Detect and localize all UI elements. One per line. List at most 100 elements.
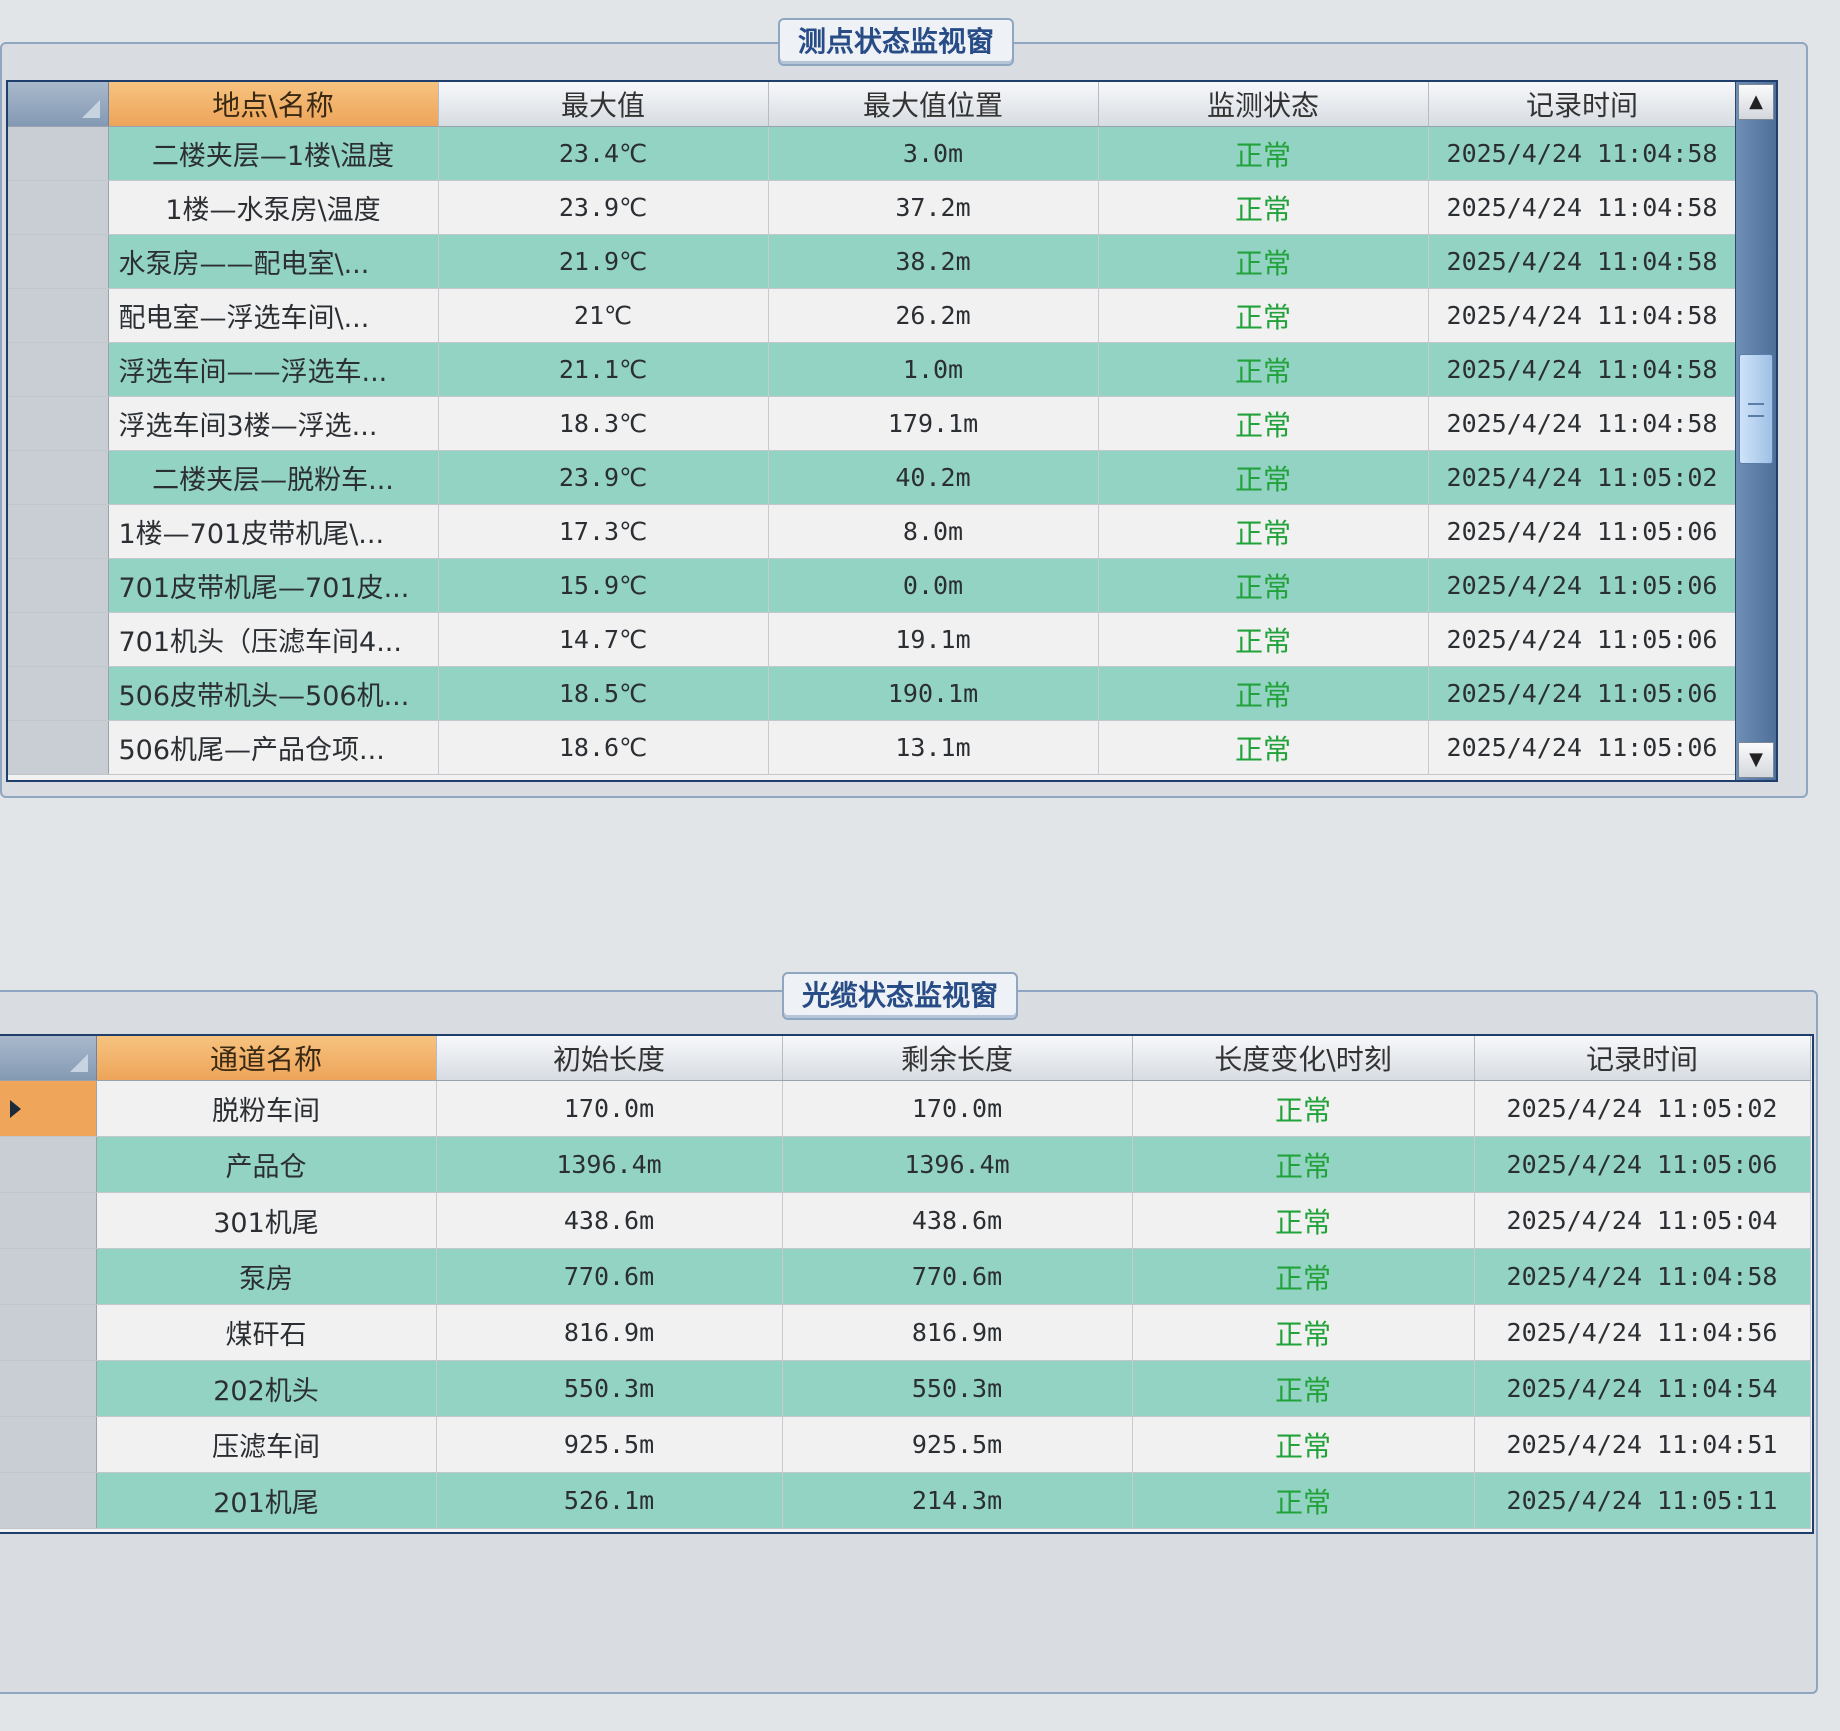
- grip-icon: [1748, 403, 1764, 417]
- record-time-cell: 2025/4/24 11:04:54: [1474, 1360, 1811, 1417]
- status-cell: 正常: [1098, 342, 1429, 397]
- row-header[interactable]: [8, 612, 109, 667]
- row-header[interactable]: [8, 288, 109, 343]
- table-row[interactable]: 二楼夹层—脱粉车... 23.9℃ 40.2m 正常 2025/4/24 11:05:0…: [8, 450, 1737, 505]
- status-cell: 正常: [1132, 1360, 1475, 1417]
- table-row[interactable]: 水泵房——配电室\... 21.9℃ 38.2m 正常 2025/4/24 11:04:…: [8, 234, 1737, 289]
- max-value-cell: 15.9℃: [438, 558, 769, 613]
- location-name-cell: 配电室—浮选车间\...: [108, 288, 439, 343]
- row-header[interactable]: [8, 720, 109, 775]
- row-header[interactable]: [8, 234, 109, 289]
- row-header[interactable]: [8, 396, 109, 451]
- table-corner-selector[interactable]: [8, 82, 109, 127]
- table-row[interactable]: 701机头（压滤车间4... 14.7℃ 19.1m 正常 2025/4/24 11:0…: [8, 612, 1737, 667]
- initial-length-cell: 170.0m: [436, 1080, 783, 1137]
- column-header-location-name[interactable]: 地点\名称: [108, 82, 439, 127]
- row-header[interactable]: [0, 1080, 97, 1137]
- table-row[interactable]: 二楼夹层—1楼\温度 23.4℃ 3.0m 正常 2025/4/24 11:04:58: [8, 126, 1737, 181]
- channel-name-cell: 脱粉车间: [96, 1080, 437, 1137]
- table-row[interactable]: 701皮带机尾—701皮... 15.9℃ 0.0m 正常 2025/4/24 11:0…: [8, 558, 1737, 613]
- initial-length-cell: 438.6m: [436, 1192, 783, 1249]
- max-value-cell: 21.1℃: [438, 342, 769, 397]
- column-header-record-time[interactable]: 记录时间: [1428, 82, 1737, 127]
- status-cell: 正常: [1098, 612, 1429, 667]
- location-name-cell: 水泵房——配电室\...: [108, 234, 439, 289]
- row-header[interactable]: [8, 342, 109, 397]
- max-position-cell: 1.0m: [768, 342, 1099, 397]
- initial-length-cell: 1396.4m: [436, 1136, 783, 1193]
- table-row[interactable]: 301机尾 438.6m 438.6m 正常 2025/4/24 11:05:04: [0, 1192, 1811, 1249]
- row-header[interactable]: [0, 1192, 97, 1249]
- row-header[interactable]: [8, 126, 109, 181]
- record-time-cell: 2025/4/24 11:05:11: [1474, 1472, 1811, 1529]
- table-corner-selector[interactable]: [0, 1036, 97, 1081]
- triangle-right-icon: [10, 1099, 21, 1118]
- scrollbar-thumb[interactable]: [1739, 354, 1773, 464]
- vertical-scrollbar[interactable]: ▲ ▼: [1735, 82, 1776, 780]
- column-header-record-time[interactable]: 记录时间: [1474, 1036, 1811, 1081]
- remaining-length-cell: 925.5m: [782, 1416, 1133, 1473]
- column-header-max-position[interactable]: 最大值位置: [768, 82, 1099, 127]
- initial-length-cell: 770.6m: [436, 1248, 783, 1305]
- row-header[interactable]: [0, 1416, 97, 1473]
- table-row[interactable]: 浮选车间——浮选车... 21.1℃ 1.0m 正常 2025/4/24 11:04:5…: [8, 342, 1737, 397]
- table-row[interactable]: 1楼—水泵房\温度 23.9℃ 37.2m 正常 2025/4/24 11:04:58: [8, 180, 1737, 235]
- table-row[interactable]: 压滤车间 925.5m 925.5m 正常 2025/4/24 11:04:51: [0, 1416, 1811, 1473]
- remaining-length-cell: 1396.4m: [782, 1136, 1133, 1193]
- record-time-cell: 2025/4/24 11:05:02: [1428, 450, 1737, 505]
- scroll-up-button[interactable]: ▲: [1738, 84, 1774, 120]
- location-name-cell: 1楼—水泵房\温度: [108, 180, 439, 235]
- channel-name-cell: 泵房: [96, 1248, 437, 1305]
- column-header-length-change[interactable]: 长度变化\时刻: [1132, 1036, 1475, 1081]
- max-position-cell: 8.0m: [768, 504, 1099, 559]
- point-status-grid: 地点\名称 最大值 最大值位置 监测状态 记录时间 二楼夹层—1楼\温度 23.4…: [6, 80, 1778, 782]
- record-time-cell: 2025/4/24 11:04:58: [1474, 1248, 1811, 1305]
- row-header[interactable]: [8, 180, 109, 235]
- status-cell: 正常: [1132, 1080, 1475, 1137]
- column-header-remaining-length[interactable]: 剩余长度: [782, 1036, 1133, 1081]
- row-header[interactable]: [8, 558, 109, 613]
- location-name-cell: 506机尾—产品仓项...: [108, 720, 439, 775]
- table-row[interactable]: 煤矸石 816.9m 816.9m 正常 2025/4/24 11:04:56: [0, 1304, 1811, 1361]
- column-header-channel-name[interactable]: 通道名称: [96, 1036, 437, 1081]
- point-status-table: 地点\名称 最大值 最大值位置 监测状态 记录时间 二楼夹层—1楼\温度 23.4…: [8, 82, 1737, 775]
- triangle-down-icon: ▼: [1749, 749, 1763, 770]
- row-header[interactable]: [8, 450, 109, 505]
- table-row[interactable]: 201机尾 526.1m 214.3m 正常 2025/4/24 11:05:11: [0, 1472, 1811, 1529]
- status-cell: 正常: [1132, 1472, 1475, 1529]
- row-header[interactable]: [8, 666, 109, 721]
- table-row[interactable]: 506机尾—产品仓项... 18.6℃ 13.1m 正常 2025/4/24 11:05…: [8, 720, 1737, 775]
- row-header[interactable]: [0, 1360, 97, 1417]
- status-cell: 正常: [1098, 234, 1429, 289]
- table-row[interactable]: 配电室—浮选车间\... 21℃ 26.2m 正常 2025/4/24 11:04:58: [8, 288, 1737, 343]
- record-time-cell: 2025/4/24 11:04:56: [1474, 1304, 1811, 1361]
- max-value-cell: 23.9℃: [438, 180, 769, 235]
- row-header[interactable]: [0, 1472, 97, 1529]
- location-name-cell: 二楼夹层—1楼\温度: [108, 126, 439, 181]
- record-time-cell: 2025/4/24 11:04:58: [1428, 396, 1737, 451]
- record-time-cell: 2025/4/24 11:05:06: [1428, 720, 1737, 775]
- row-header[interactable]: [8, 504, 109, 559]
- table-row[interactable]: 产品仓 1396.4m 1396.4m 正常 2025/4/24 11:05:06: [0, 1136, 1811, 1193]
- remaining-length-cell: 770.6m: [782, 1248, 1133, 1305]
- row-header[interactable]: [0, 1136, 97, 1193]
- table-row[interactable]: 脱粉车间 170.0m 170.0m 正常 2025/4/24 11:05:02: [0, 1080, 1811, 1137]
- cable-status-grid: 通道名称 初始长度 剩余长度 长度变化\时刻 记录时间 脱粉车间 170.0m 17…: [0, 1034, 1814, 1534]
- scroll-down-button[interactable]: ▼: [1738, 742, 1774, 778]
- table-row[interactable]: 1楼—701皮带机尾\... 17.3℃ 8.0m 正常 2025/4/24 11:05…: [8, 504, 1737, 559]
- table-row[interactable]: 202机头 550.3m 550.3m 正常 2025/4/24 11:04:54: [0, 1360, 1811, 1417]
- max-position-cell: 13.1m: [768, 720, 1099, 775]
- column-header-max-value[interactable]: 最大值: [438, 82, 769, 127]
- row-header[interactable]: [0, 1304, 97, 1361]
- table-row[interactable]: 浮选车间3楼—浮选... 18.3℃ 179.1m 正常 2025/4/24 11:04…: [8, 396, 1737, 451]
- table-row[interactable]: 泵房 770.6m 770.6m 正常 2025/4/24 11:04:58: [0, 1248, 1811, 1305]
- location-name-cell: 701皮带机尾—701皮...: [108, 558, 439, 613]
- max-position-cell: 3.0m: [768, 126, 1099, 181]
- column-header-initial-length[interactable]: 初始长度: [436, 1036, 783, 1081]
- record-time-cell: 2025/4/24 11:04:58: [1428, 126, 1737, 181]
- column-header-monitor-status[interactable]: 监测状态: [1098, 82, 1429, 127]
- table-row[interactable]: 506皮带机头—506机... 18.5℃ 190.1m 正常 2025/4/24 11…: [8, 666, 1737, 721]
- status-cell: 正常: [1098, 396, 1429, 451]
- row-header[interactable]: [0, 1248, 97, 1305]
- max-position-cell: 0.0m: [768, 558, 1099, 613]
